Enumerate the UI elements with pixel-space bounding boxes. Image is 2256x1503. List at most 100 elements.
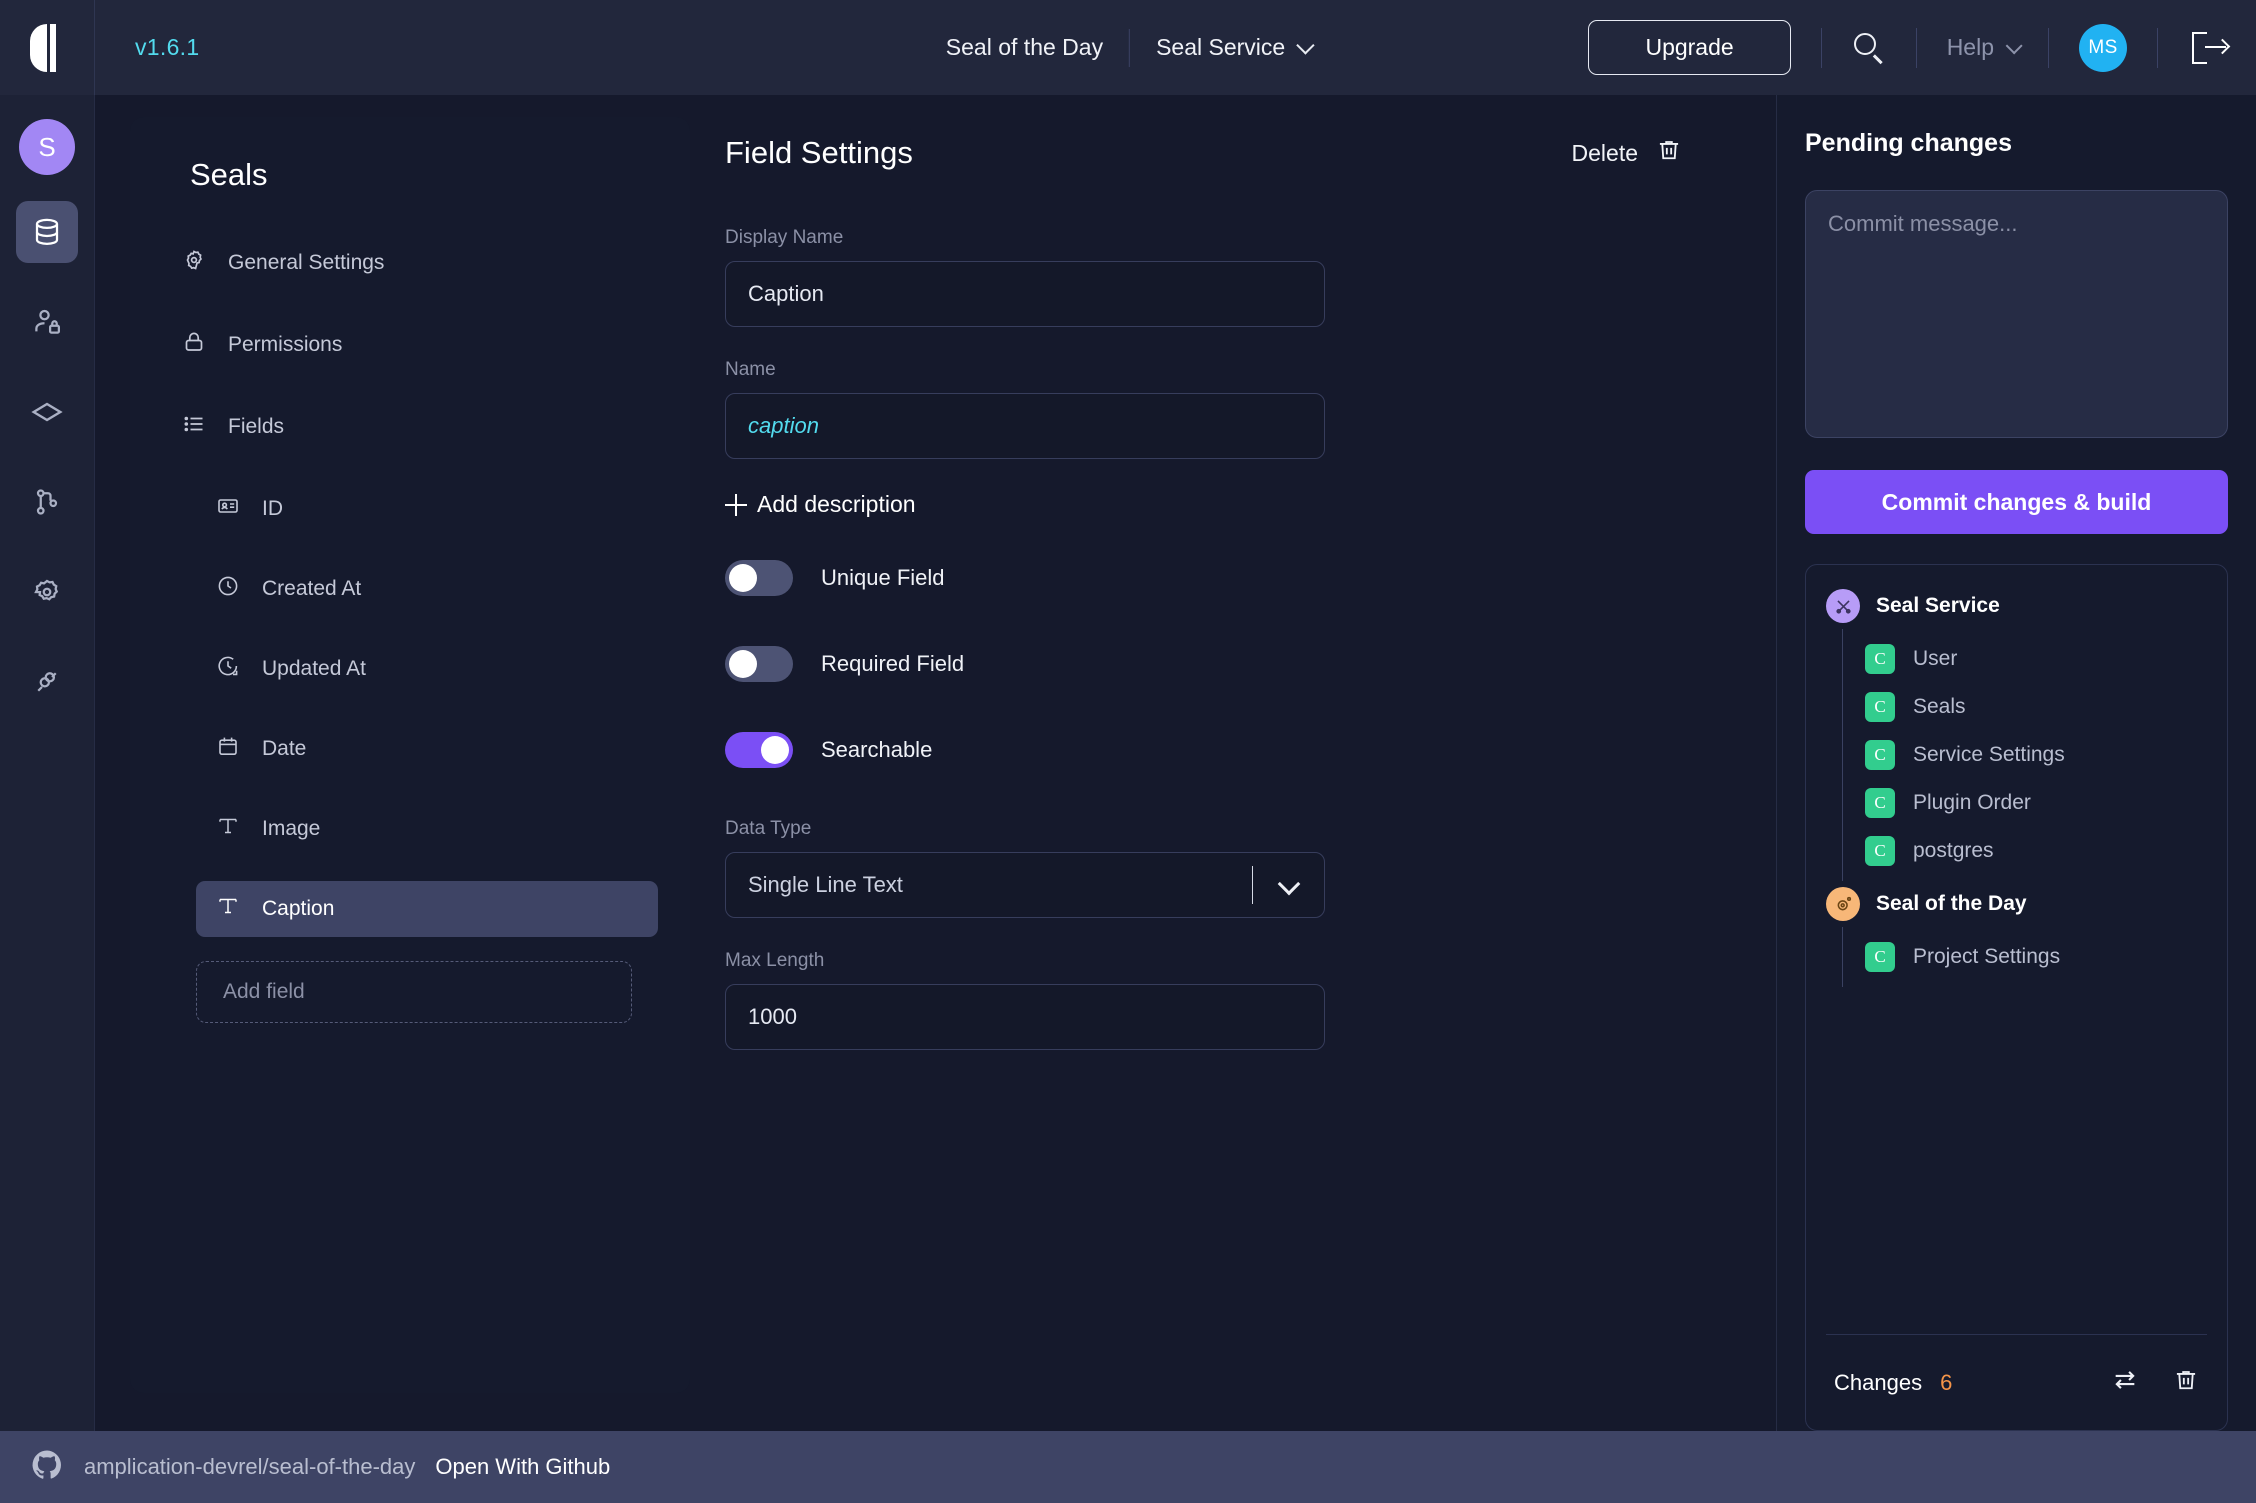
data-type-select[interactable]: Single Line Text — [725, 852, 1325, 918]
rail-item-entity-diagram[interactable] — [16, 381, 78, 443]
display-name-group: Display Name — [725, 227, 1716, 327]
created-badge: C — [1865, 788, 1895, 818]
divider — [1251, 866, 1253, 904]
max-length-input[interactable] — [725, 984, 1325, 1050]
searchable-toggle[interactable] — [725, 732, 793, 768]
repo-path: amplication-devrel/seal-of-the-day — [84, 1454, 416, 1479]
created-badge: C — [1865, 942, 1895, 972]
created-badge: C — [1865, 644, 1895, 674]
project-gear-icon — [1826, 887, 1860, 921]
divider — [2157, 27, 2158, 68]
field-item-updated-at[interactable]: Updated At — [196, 641, 658, 697]
divider — [2048, 27, 2049, 68]
created-badge: C — [1865, 740, 1895, 770]
data-type-value: Single Line Text — [748, 872, 903, 897]
sidebar-item-permissions[interactable]: Permissions — [162, 317, 658, 373]
required-field-toggle[interactable] — [725, 646, 793, 682]
change-group-seal-of-the-day: Seal of the Day C Project Settings — [1826, 887, 2207, 987]
discard-changes-icon[interactable] — [2173, 1367, 2199, 1398]
unique-field-label: Unique Field — [821, 565, 945, 590]
change-item[interactable]: C postgres — [1865, 827, 2207, 875]
lock-icon — [182, 330, 206, 360]
app-logo[interactable] — [0, 0, 95, 95]
changes-count-value: 6 — [1940, 1369, 1953, 1395]
name-input[interactable] — [725, 393, 1325, 459]
change-item[interactable]: C Service Settings — [1865, 731, 2207, 779]
page-title: Seals — [190, 157, 268, 192]
rail-item-settings[interactable] — [16, 561, 78, 623]
change-item[interactable]: C User — [1865, 635, 2207, 683]
unique-field-row: Unique Field — [725, 560, 1716, 596]
display-name-label: Display Name — [725, 227, 844, 248]
change-group-header[interactable]: Seal Service — [1826, 589, 2207, 623]
rail-item-roles[interactable] — [16, 291, 78, 353]
unique-field-toggle[interactable] — [725, 560, 793, 596]
changes-footer: Changes 6 — [1826, 1334, 2207, 1430]
project-name[interactable]: Seal of the Day — [946, 34, 1129, 61]
field-item-created-at[interactable]: Created At — [196, 561, 658, 617]
field-item-id[interactable]: ID — [196, 481, 658, 537]
changes-count-label: Changes — [1834, 1369, 1923, 1395]
add-description-button[interactable]: Add description — [725, 491, 916, 518]
field-item-label: Caption — [262, 897, 335, 920]
sidebar-item-label: Fields — [228, 415, 285, 438]
commit-message-input[interactable] — [1805, 190, 2228, 438]
logout-icon[interactable] — [2192, 31, 2231, 64]
list-icon — [182, 412, 206, 442]
field-settings-title: Field Settings — [725, 135, 913, 170]
body: S Seals General Settings Permissions Fie… — [0, 95, 2256, 1431]
avatar[interactable]: MS — [2079, 23, 2127, 72]
help-label: Help — [1946, 34, 1994, 60]
change-group-seal-service: Seal Service C User C Seals C Service Se… — [1826, 589, 2207, 881]
data-type-group: Data Type Single Line Text — [725, 818, 1716, 918]
pending-changes-panel: Pending changes Commit changes & build S… — [1776, 95, 2256, 1431]
max-length-label: Max Length — [725, 950, 825, 971]
searchable-row: Searchable — [725, 732, 1716, 768]
sidebar-item-general-settings[interactable]: General Settings — [162, 235, 658, 291]
field-settings-header: Field Settings Delete — [725, 135, 1716, 171]
display-name-input[interactable] — [725, 261, 1325, 327]
field-item-label: Updated At — [262, 657, 366, 680]
searchable-label: Searchable — [821, 737, 933, 762]
change-item-label: Seals — [1913, 695, 1966, 718]
change-item-label: Service Settings — [1913, 743, 2065, 766]
upgrade-button[interactable]: Upgrade — [1588, 20, 1791, 75]
add-field-button[interactable]: Add field — [196, 961, 632, 1023]
open-with-github-button[interactable]: Open With Github — [435, 1454, 610, 1480]
rail-item-entities[interactable] — [16, 201, 78, 263]
entity-diamond-icon — [31, 396, 63, 428]
field-item-caption[interactable]: Caption — [196, 881, 658, 937]
created-badge: C — [1865, 692, 1895, 722]
change-item[interactable]: C Project Settings — [1865, 933, 2207, 981]
rail-item-plugins[interactable] — [16, 651, 78, 713]
calendar-icon — [216, 734, 240, 764]
gear-icon — [182, 248, 206, 278]
change-group-header[interactable]: Seal of the Day — [1826, 887, 2207, 921]
field-item-label: ID — [262, 497, 283, 520]
workspace-avatar[interactable]: S — [19, 119, 75, 175]
sidebar-item-fields[interactable]: Fields — [162, 399, 658, 455]
delete-button[interactable]: Delete — [1572, 137, 1716, 169]
app-root: v1.6.1 Seal of the Day Seal Service Upgr… — [0, 0, 2256, 1503]
service-name-label: Seal Service — [1156, 34, 1286, 60]
field-item-image[interactable]: Image — [196, 801, 658, 857]
sidebar-item-label: Permissions — [228, 333, 343, 356]
service-selector[interactable]: Seal Service — [1130, 34, 1316, 61]
status-bar: amplication-devrel/seal-of-the-day Open … — [0, 1431, 2256, 1503]
plus-icon — [725, 493, 747, 516]
help-menu[interactable]: Help — [1946, 34, 2023, 61]
compare-arrows-icon[interactable] — [2111, 1366, 2139, 1399]
commit-changes-button[interactable]: Commit changes & build — [1805, 470, 2228, 534]
field-item-date[interactable]: Date — [196, 721, 658, 777]
text-t-icon — [216, 894, 240, 924]
service-tools-icon — [1826, 589, 1860, 623]
version-label: v1.6.1 — [135, 34, 200, 60]
change-item[interactable]: C Seals — [1865, 683, 2207, 731]
change-group-label: Seal of the Day — [1876, 892, 2027, 915]
change-item[interactable]: C Plugin Order — [1865, 779, 2207, 827]
add-description-label: Add description — [757, 491, 916, 517]
search-icon[interactable] — [1852, 31, 1886, 65]
field-item-label: Date — [262, 737, 307, 760]
max-length-group: Max Length — [725, 950, 1716, 1050]
rail-item-git[interactable] — [16, 471, 78, 533]
